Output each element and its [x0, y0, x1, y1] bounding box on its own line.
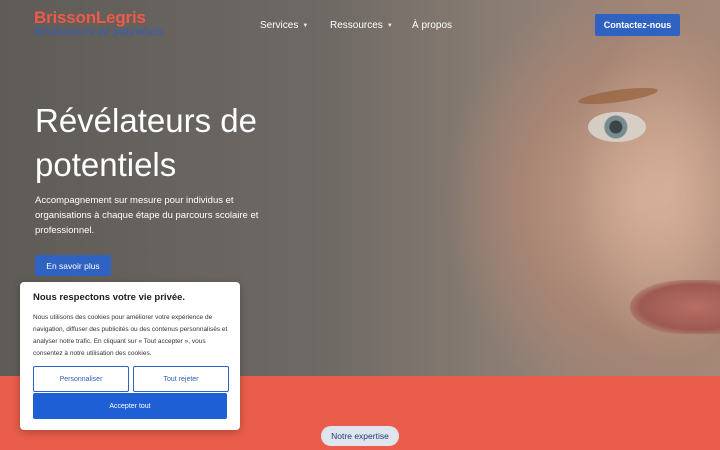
contact-button[interactable]: Contactez-nous	[595, 14, 680, 36]
chevron-down-icon: ▼	[302, 22, 309, 29]
hero-photo-eye	[588, 112, 646, 142]
nav-item-services[interactable]: Services ▼	[260, 20, 330, 31]
reject-all-button[interactable]: Tout rejeter	[133, 366, 229, 392]
customize-button[interactable]: Personnaliser	[33, 366, 129, 392]
accept-all-button[interactable]: Accepter tout	[33, 393, 227, 419]
cookie-text: Nous utilisons des cookies pour améliore…	[33, 314, 228, 357]
brand-name-part1: Brisson	[34, 8, 96, 27]
cookie-button-row: Personnaliser Tout rejeter	[33, 366, 229, 392]
brand-name: BrissonLegris	[34, 8, 163, 28]
nav-item-label: À propos	[412, 20, 453, 31]
main-nav: Services ▼ Ressources ▼ À propos	[260, 20, 472, 31]
hero-title-line1: Révélateurs de	[35, 102, 257, 139]
hero-subtitle: Accompagnement sur mesure pour individus…	[35, 195, 259, 236]
nav-item-ressources[interactable]: Ressources ▼	[330, 20, 412, 31]
hero-title-line2: potentiels	[35, 146, 177, 183]
cookie-consent-dialog: Nous respectons votre vie privée. Nous u…	[20, 282, 240, 430]
brand-logo[interactable]: BrissonLegris Révélateurs de potentiels	[34, 8, 163, 38]
cookie-title: Nous respectons votre vie privée.	[33, 292, 186, 303]
nav-item-label: Services	[260, 20, 299, 31]
chevron-down-icon: ▼	[386, 22, 393, 29]
brand-name-part2: Legris	[95, 8, 146, 27]
nav-item-label: Ressources	[330, 20, 383, 31]
learn-more-button[interactable]: En savoir plus	[35, 255, 111, 276]
hero-title: Révélateurs de potentiels	[35, 99, 325, 187]
brand-tagline: Révélateurs de potentiels	[34, 27, 164, 38]
expertise-pill[interactable]: Notre expertise	[321, 426, 399, 446]
nav-item-a-propos[interactable]: À propos	[412, 20, 472, 31]
